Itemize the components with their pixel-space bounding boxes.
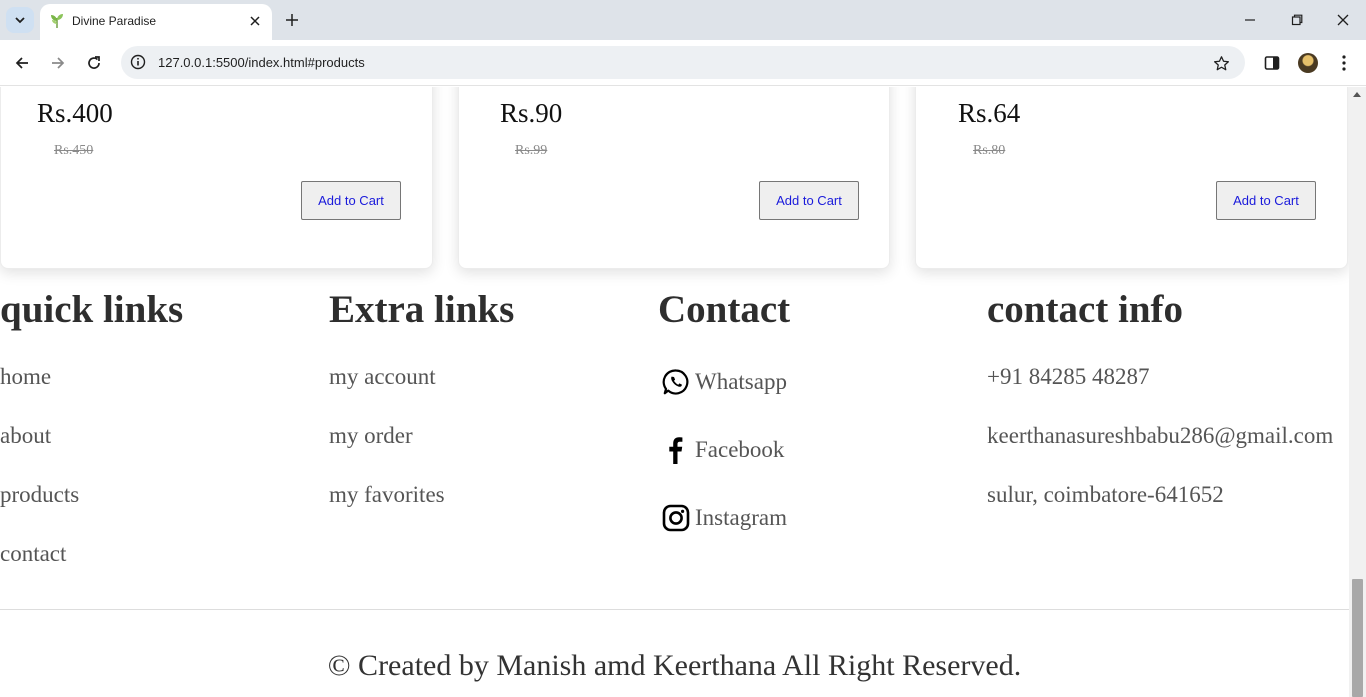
tab-search-button[interactable] <box>6 7 34 33</box>
page-viewport: Rs.400 Rs.450 Add to Cart Rs.90 Rs.99 Ad… <box>0 87 1349 697</box>
tab-close-icon[interactable] <box>246 12 264 30</box>
profile-avatar[interactable] <box>1296 51 1320 75</box>
contact-phone: +91 84285 48287 <box>987 364 1150 389</box>
avatar <box>1298 53 1318 73</box>
menu-kebab-icon[interactable] <box>1332 51 1356 75</box>
new-tab-plus-icon[interactable] <box>282 10 302 30</box>
browser-toolbar: 127.0.0.1:5500/index.html#products <box>0 40 1366 86</box>
url-text[interactable]: 127.0.0.1:5500/index.html#products <box>158 55 365 70</box>
scroll-up-arrow-icon[interactable] <box>1353 92 1361 97</box>
restore-icon[interactable] <box>1283 8 1311 32</box>
add-to-cart-button[interactable]: Add to Cart <box>759 181 859 220</box>
chevron-down-icon <box>15 17 25 24</box>
add-to-cart-button[interactable]: Add to Cart <box>301 181 401 220</box>
scrollbar-thumb[interactable] <box>1352 579 1363 697</box>
product-old-price: Rs.99 <box>515 143 548 158</box>
extra-links-heading: Extra links <box>329 288 515 331</box>
footer-link-contact[interactable]: contact <box>0 541 66 567</box>
instagram-label: Instagram <box>695 505 787 530</box>
leaf-favicon-icon <box>51 14 63 28</box>
facebook-label: Facebook <box>695 437 785 462</box>
footer-link-home[interactable]: home <box>0 364 51 390</box>
copyright-credit: © Created by Manish amd Keerthana All Ri… <box>327 649 1022 682</box>
page-scrollbar[interactable] <box>1349 87 1366 697</box>
minimize-icon[interactable] <box>1236 8 1264 32</box>
product-old-price: Rs.450 <box>54 143 94 158</box>
product-price: Rs.400 <box>37 98 113 128</box>
whatsapp-icon <box>661 367 691 397</box>
footer-link-about[interactable]: about <box>0 423 51 449</box>
contact-email: keerthanasureshbabu286@gmail.com <box>987 423 1334 448</box>
footer-link-my-account[interactable]: my account <box>329 364 436 390</box>
product-card: Rs.90 Rs.99 Add to Cart <box>458 87 890 269</box>
tab-active[interactable]: Divine Paradise <box>40 4 272 40</box>
address-bar[interactable]: 127.0.0.1:5500/index.html#products <box>121 46 1245 79</box>
contact-address: sulur, coimbatore-641652 <box>987 482 1224 507</box>
site-info-icon[interactable] <box>128 52 148 72</box>
footer-divider <box>0 609 1349 610</box>
close-window-icon[interactable] <box>1329 8 1357 32</box>
facebook-icon <box>661 435 691 465</box>
tab-bar: Divine Paradise <box>0 0 1366 40</box>
instagram-link[interactable]: Instagram <box>661 503 787 533</box>
footer-link-my-order[interactable]: my order <box>329 423 413 449</box>
forward-arrow-icon[interactable] <box>46 51 70 75</box>
bookmark-star-icon[interactable] <box>1211 53 1231 73</box>
product-old-price: Rs.80 <box>973 143 1006 158</box>
instagram-icon <box>661 503 691 533</box>
footer-link-products[interactable]: products <box>0 482 79 508</box>
product-card: Rs.400 Rs.450 Add to Cart <box>0 87 433 269</box>
footer-link-my-favorites[interactable]: my favorites <box>329 482 445 508</box>
facebook-link[interactable]: Facebook <box>661 435 784 465</box>
product-price: Rs.90 <box>500 98 563 128</box>
contact-info-heading: contact info <box>987 288 1184 331</box>
side-panel-icon[interactable] <box>1260 51 1284 75</box>
whatsapp-label: Whatsapp <box>695 369 787 394</box>
product-card: Rs.64 Rs.80 Add to Cart <box>915 87 1348 269</box>
product-price: Rs.64 <box>958 98 1021 128</box>
contact-heading: Contact <box>658 288 791 331</box>
add-to-cart-button[interactable]: Add to Cart <box>1216 181 1316 220</box>
tab-title: Divine Paradise <box>72 14 157 28</box>
back-arrow-icon[interactable] <box>10 51 34 75</box>
whatsapp-link[interactable]: Whatsapp <box>661 367 787 397</box>
quick-links-heading: quick links <box>0 288 184 331</box>
reload-icon[interactable] <box>82 51 106 75</box>
